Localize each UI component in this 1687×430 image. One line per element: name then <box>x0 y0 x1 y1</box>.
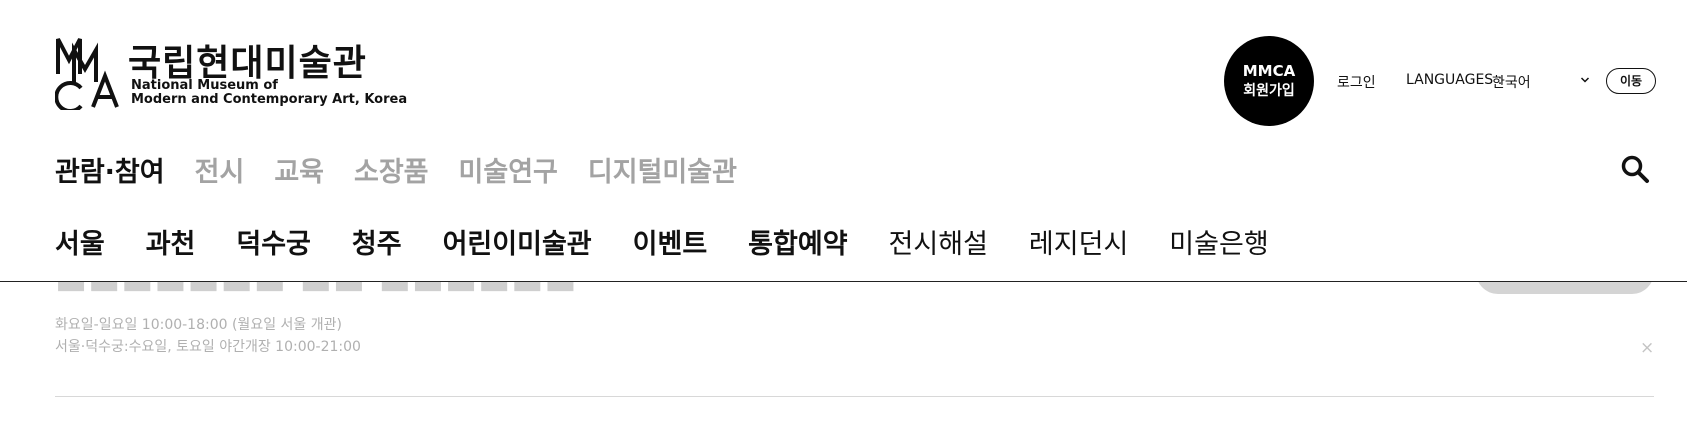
main-nav-item-digital[interactable]: 디지털미술관 <box>588 150 737 189</box>
close-icon[interactable]: × <box>1640 338 1654 358</box>
main-nav: 관람·참여 전시 교육 소장품 미술연구 디지털미술관 <box>55 150 737 189</box>
main-nav-item-exhibitions[interactable]: 전시 <box>195 150 245 189</box>
mmca-logo-icon <box>55 38 119 110</box>
member-join-button[interactable]: MMCA 회원가입 <box>1224 36 1314 126</box>
go-button[interactable]: 이동 <box>1606 68 1656 94</box>
language-select[interactable]: 한국어 <box>1492 70 1594 92</box>
search-icon[interactable] <box>1620 154 1650 184</box>
sub-nav-item-deoksugung[interactable]: 덕수궁 <box>236 222 311 261</box>
logo-name-en-line1: National Museum of <box>131 78 278 93</box>
sub-nav-item-events[interactable]: 이벤트 <box>633 222 708 261</box>
join-label-line2: 회원가입 <box>1243 83 1295 99</box>
site-header: 국립현대미술관 National Museum of Modern and Co… <box>0 0 1687 282</box>
notice-hours-line1: 화요일-일요일 10:00-18:00 (월요일 서울 개관) <box>55 317 342 333</box>
site-logo[interactable]: 국립현대미술관 National Museum of Modern and Co… <box>55 36 407 110</box>
logo-name-en-line2: Modern and Contemporary Art, Korea <box>131 92 408 107</box>
sub-nav-item-childrens-museum[interactable]: 어린이미술관 <box>443 222 592 261</box>
sub-nav-item-cheongju[interactable]: 청주 <box>352 222 402 261</box>
sub-nav-item-residency[interactable]: 레지던시 <box>1029 222 1128 261</box>
main-nav-item-collection[interactable]: 소장품 <box>354 150 429 189</box>
notice-divider <box>55 396 1654 397</box>
notice-hours-line2: 서울·덕수궁:수요일, 토요일 야간개장 10:00-21:00 <box>55 339 361 355</box>
sub-nav-item-docent[interactable]: 전시해설 <box>889 222 988 261</box>
main-nav-item-education[interactable]: 교육 <box>274 150 324 189</box>
languages-label: LANGUAGES : <box>1406 72 1503 88</box>
main-nav-item-visit[interactable]: 관람·참여 <box>55 150 165 189</box>
sub-nav-item-art-bank[interactable]: 미술은행 <box>1169 222 1268 261</box>
page: ■■■■■■■ ■■ ■■■■■■ 화요일-일요일 10:00-18:00 (월… <box>0 0 1687 430</box>
sub-nav-item-reservation[interactable]: 통합예약 <box>748 222 847 261</box>
sub-nav: 서울 과천 덕수궁 청주 어린이미술관 이벤트 통합예약 전시해설 레지던시 미… <box>55 222 1269 261</box>
join-label-line1: MMCA <box>1242 62 1296 80</box>
sub-nav-item-gwacheon[interactable]: 과천 <box>146 222 196 261</box>
sub-nav-item-seoul[interactable]: 서울 <box>55 222 105 261</box>
main-nav-item-research[interactable]: 미술연구 <box>459 150 558 189</box>
login-link[interactable]: 로그인 <box>1337 72 1376 92</box>
language-value: 한국어 <box>1492 75 1531 91</box>
chevron-down-icon <box>1580 77 1590 83</box>
